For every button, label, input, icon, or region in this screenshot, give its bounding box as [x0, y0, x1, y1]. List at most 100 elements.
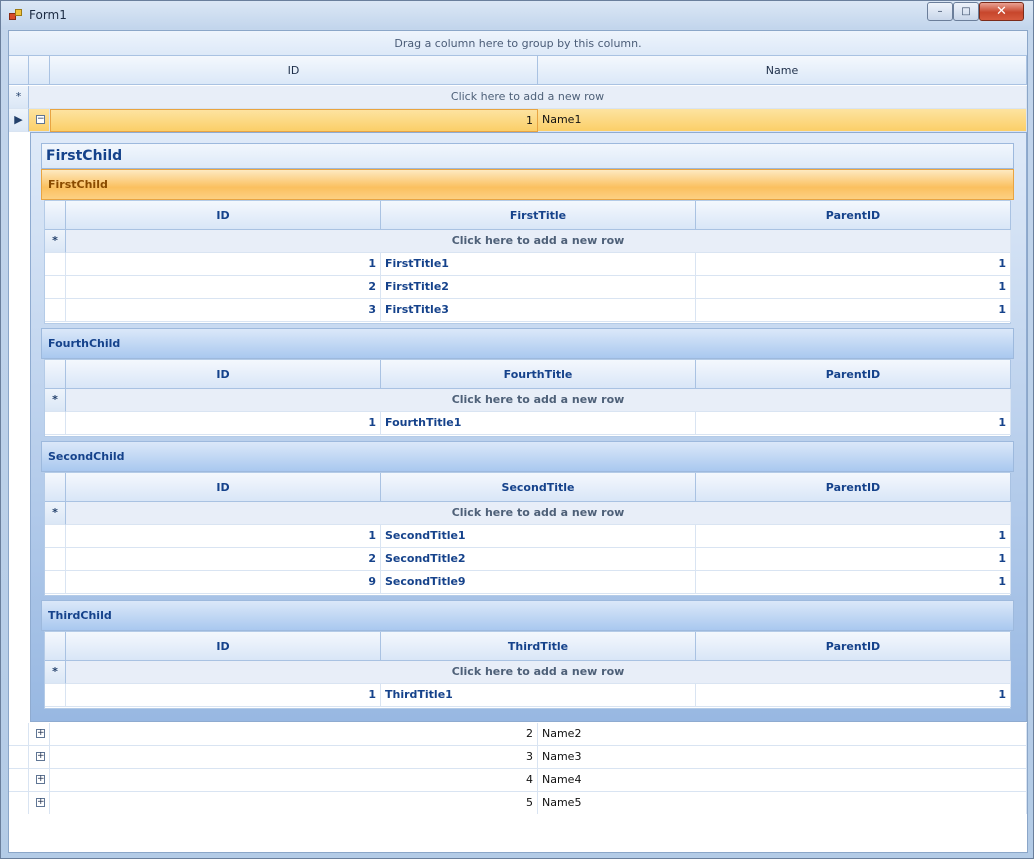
- new-row[interactable]: Click here to add a new row: [66, 661, 1011, 684]
- cell-name[interactable]: Name5: [538, 792, 1027, 815]
- cell-name[interactable]: Name3: [538, 746, 1027, 769]
- column-header-secondtitle[interactable]: SecondTitle: [381, 473, 696, 502]
- cell-name[interactable]: Name2: [538, 723, 1027, 746]
- row-indicator: [9, 723, 29, 746]
- band-tab-fourthchild[interactable]: FourthChild: [41, 328, 1014, 359]
- row-indicator: [45, 684, 66, 707]
- cell-title[interactable]: FirstTitle1: [381, 253, 696, 276]
- maximize-button[interactable]: □: [953, 2, 979, 21]
- row-5-expander-cell[interactable]: +: [29, 792, 50, 815]
- current-row-indicator: ▶: [9, 109, 29, 132]
- cell-parentid[interactable]: 1: [696, 412, 1011, 435]
- row-4-expander-cell[interactable]: +: [29, 769, 50, 792]
- header-indicator: [45, 473, 66, 502]
- row-2-expander-cell[interactable]: +: [29, 723, 50, 746]
- cell-parentid[interactable]: 1: [696, 525, 1011, 548]
- cell-id[interactable]: 2: [50, 723, 538, 746]
- column-header-id[interactable]: ID: [66, 473, 381, 502]
- new-row-indicator: *: [9, 86, 29, 109]
- band-tab-thirdchild[interactable]: ThirdChild: [41, 600, 1014, 631]
- row-indicator: [45, 412, 66, 435]
- cell-parentid[interactable]: 1: [696, 276, 1011, 299]
- grid-control: Drag a column here to group by this colu…: [8, 30, 1028, 853]
- expand-icon[interactable]: +: [36, 752, 45, 761]
- child-grid-fourthchild: ID FourthTitle ParentID * Click here to …: [44, 359, 1011, 437]
- child-grid-secondchild: ID SecondTitle ParentID * Click here to …: [44, 472, 1011, 596]
- cell-title[interactable]: FirstTitle2: [381, 276, 696, 299]
- row-indicator: [9, 746, 29, 769]
- cell-title[interactable]: FirstTitle3: [381, 299, 696, 322]
- header-indicator: [9, 56, 29, 85]
- cell-id[interactable]: 1: [66, 684, 381, 707]
- column-header-parentid[interactable]: ParentID: [696, 360, 1011, 389]
- new-row[interactable]: Click here to add a new row: [29, 86, 1027, 109]
- cell-id[interactable]: 1: [66, 412, 381, 435]
- new-row[interactable]: Click here to add a new row: [66, 502, 1011, 525]
- new-row-indicator: *: [45, 389, 66, 412]
- cell-title[interactable]: SecondTitle2: [381, 548, 696, 571]
- cell-name[interactable]: Name4: [538, 769, 1027, 792]
- row-indicator: [45, 548, 66, 571]
- cell-id[interactable]: 1: [50, 109, 538, 132]
- cell-name[interactable]: Name1: [538, 109, 1027, 132]
- column-header-parentid[interactable]: ParentID: [696, 473, 1011, 502]
- close-button[interactable]: ✕: [979, 2, 1024, 21]
- cell-parentid[interactable]: 1: [696, 571, 1011, 594]
- cell-title[interactable]: FourthTitle1: [381, 412, 696, 435]
- column-header-id[interactable]: ID: [50, 56, 538, 85]
- cell-title[interactable]: ThirdTitle1: [381, 684, 696, 707]
- cell-id[interactable]: 4: [50, 769, 538, 792]
- column-header-id[interactable]: ID: [66, 201, 381, 230]
- column-header-id[interactable]: ID: [66, 360, 381, 389]
- expand-icon[interactable]: +: [36, 775, 45, 784]
- header-indicator: [45, 360, 66, 389]
- column-header-id[interactable]: ID: [66, 632, 381, 661]
- child-grid-thirdchild: ID ThirdTitle ParentID * Click here to a…: [44, 631, 1011, 709]
- cell-id[interactable]: 9: [66, 571, 381, 594]
- row-1-expander-cell[interactable]: −: [29, 109, 50, 132]
- cell-id[interactable]: 3: [66, 299, 381, 322]
- row-3-expander-cell[interactable]: +: [29, 746, 50, 769]
- detail-title: FirstChild: [41, 143, 1014, 169]
- cell-title[interactable]: SecondTitle1: [381, 525, 696, 548]
- column-header-thirdtitle[interactable]: ThirdTitle: [381, 632, 696, 661]
- column-header-fourthtitle[interactable]: FourthTitle: [381, 360, 696, 389]
- window-title: Form1: [29, 8, 67, 22]
- cell-id[interactable]: 2: [66, 276, 381, 299]
- new-row[interactable]: Click here to add a new row: [66, 230, 1011, 253]
- title-bar[interactable]: Form1 – □ ✕: [1, 1, 1033, 29]
- minimize-button[interactable]: –: [927, 2, 953, 21]
- detail-panel: FirstChild FirstChild ID FirstTitle Pare…: [30, 132, 1027, 722]
- cell-id[interactable]: 5: [50, 792, 538, 815]
- cell-id[interactable]: 3: [50, 746, 538, 769]
- cell-id[interactable]: 1: [66, 253, 381, 276]
- row-indicator: [45, 299, 66, 322]
- group-panel[interactable]: Drag a column here to group by this colu…: [9, 31, 1027, 56]
- band-tab-secondchild[interactable]: SecondChild: [41, 441, 1014, 472]
- row-indicator: [45, 253, 66, 276]
- row-indicator: [45, 276, 66, 299]
- grid-empty-area: [9, 814, 1027, 852]
- header-indicator: [45, 201, 66, 230]
- column-header-firsttitle[interactable]: FirstTitle: [381, 201, 696, 230]
- cell-id[interactable]: 2: [66, 548, 381, 571]
- band-tab-firstchild[interactable]: FirstChild: [41, 169, 1014, 200]
- cell-parentid[interactable]: 1: [696, 299, 1011, 322]
- new-row[interactable]: Click here to add a new row: [66, 389, 1011, 412]
- cell-title[interactable]: SecondTitle9: [381, 571, 696, 594]
- cell-parentid[interactable]: 1: [696, 684, 1011, 707]
- row-indicator: [45, 571, 66, 594]
- app-icon: [9, 8, 23, 22]
- cell-id[interactable]: 1: [66, 525, 381, 548]
- window: Form1 – □ ✕ Drag a column here to group …: [0, 0, 1034, 859]
- cell-parentid[interactable]: 1: [696, 548, 1011, 571]
- collapse-icon[interactable]: −: [36, 115, 45, 124]
- column-header-parentid[interactable]: ParentID: [696, 201, 1011, 230]
- expand-icon[interactable]: +: [36, 798, 45, 807]
- header-indicator: [45, 632, 66, 661]
- column-header-parentid[interactable]: ParentID: [696, 632, 1011, 661]
- row-indicator: [45, 525, 66, 548]
- cell-parentid[interactable]: 1: [696, 253, 1011, 276]
- column-header-name[interactable]: Name: [538, 56, 1027, 85]
- expand-icon[interactable]: +: [36, 729, 45, 738]
